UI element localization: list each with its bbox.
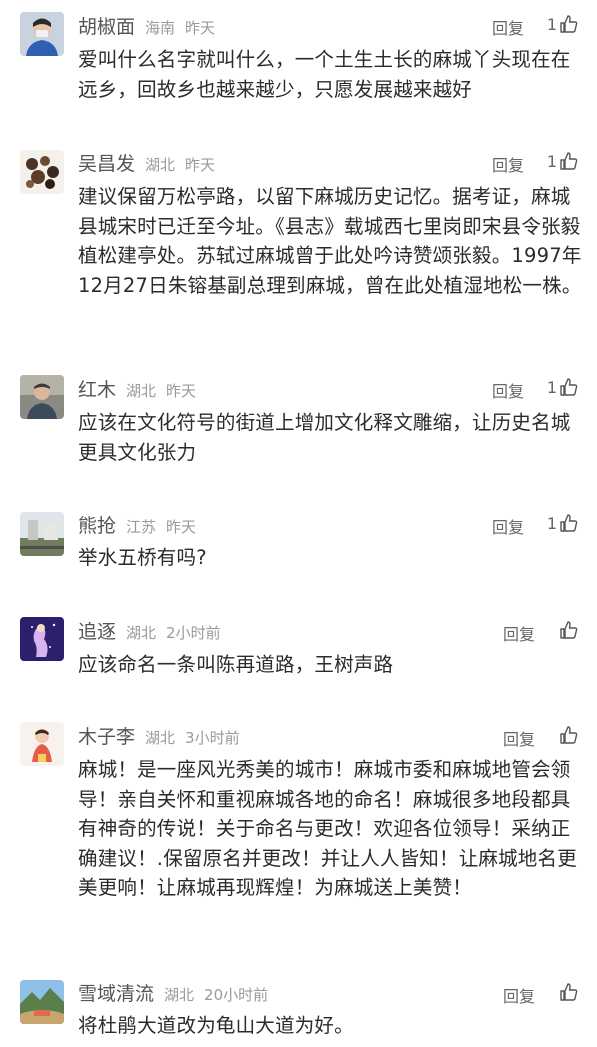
comment-text: 应该在文化符号的街道上增加文化释文雕缩，让历史名城更具文化张力	[78, 411, 571, 464]
reply-button[interactable]: 回复	[492, 152, 524, 176]
comment-text: 爱叫什么名字就叫什么，一个土生土长的麻城丫头现在在远乡，回故乡也越来越少，只愿发…	[78, 48, 571, 101]
timestamp: 3小时前	[185, 729, 240, 747]
username[interactable]: 追逐	[78, 617, 116, 644]
timestamp: 昨天	[185, 156, 216, 174]
region-label: 湖北	[126, 624, 157, 642]
like-button[interactable]: 1	[547, 14, 579, 34]
thumbs-up-icon	[560, 983, 578, 1001]
reply-button[interactable]: 回复	[492, 514, 524, 538]
reply-button[interactable]: 回复	[503, 726, 535, 750]
comment-meta: 胡椒面 海南 昨天	[78, 12, 215, 40]
reply-button[interactable]: 回复	[492, 378, 524, 402]
username[interactable]: 胡椒面	[78, 12, 135, 39]
username[interactable]: 木子李	[78, 722, 135, 749]
like-button[interactable]	[557, 620, 579, 640]
timestamp: 昨天	[166, 382, 197, 400]
like-button[interactable]: 1	[547, 513, 579, 533]
timestamp: 昨天	[166, 518, 197, 536]
user-avatar[interactable]	[20, 150, 64, 194]
comment-meta: 追逐 湖北 2小时前	[78, 617, 221, 645]
like-button[interactable]	[557, 982, 579, 1002]
comment-meta: 吴昌发 湖北 昨天	[78, 149, 215, 177]
comment-text: 应该命名一条叫陈再道路，王树声路	[78, 653, 394, 676]
region-label: 湖北	[164, 986, 195, 1004]
comment-text: 麻城！是一座风光秀美的城市！麻城市委和麻城地管会领导！亲自关怀和重视麻城各地的命…	[78, 758, 577, 899]
timestamp: 2小时前	[166, 624, 221, 642]
comment-meta: 红木 湖北 昨天	[78, 375, 196, 403]
like-count: 1	[546, 377, 557, 397]
comment-text: 将杜鹃大道改为龟山大道为好。	[78, 1014, 354, 1037]
thumbs-up-icon	[560, 726, 578, 744]
username[interactable]: 吴昌发	[78, 149, 135, 176]
region-label: 湖北	[126, 382, 157, 400]
like-count: 1	[546, 513, 557, 533]
comment-meta: 木子李 湖北 3小时前	[78, 722, 240, 750]
reply-button[interactable]: 回复	[492, 15, 524, 39]
like-button[interactable]: 1	[547, 377, 579, 397]
like-button[interactable]	[557, 725, 579, 745]
comment-text: 举水五桥有吗?	[78, 546, 207, 569]
timestamp: 昨天	[185, 19, 216, 37]
user-avatar[interactable]	[20, 617, 64, 661]
comment-meta: 熊抢 江苏 昨天	[78, 511, 196, 539]
comment-text: 建议保留万松亭路，以留下麻城历史记忆。据考证，麻城县城宋时已迁至今址。《县志》载…	[78, 185, 582, 297]
thumbs-up-icon	[560, 621, 578, 639]
comment-meta: 雪域清流 湖北 20小时前	[78, 979, 268, 1007]
region-label: 海南	[145, 19, 176, 37]
reply-button[interactable]: 回复	[503, 983, 535, 1007]
thumbs-up-icon	[560, 152, 578, 170]
like-count: 1	[546, 14, 557, 34]
thumbs-up-icon	[560, 378, 578, 396]
username[interactable]: 雪域清流	[78, 979, 154, 1006]
region-label: 湖北	[145, 729, 176, 747]
timestamp: 20小时前	[204, 986, 269, 1004]
like-button[interactable]: 1	[547, 151, 579, 171]
like-count: 1	[546, 151, 557, 171]
region-label: 江苏	[126, 518, 157, 536]
username[interactable]: 熊抢	[78, 511, 116, 538]
reply-button[interactable]: 回复	[503, 621, 535, 645]
thumbs-up-icon	[560, 514, 578, 532]
user-avatar[interactable]	[20, 512, 64, 556]
user-avatar[interactable]	[20, 12, 64, 56]
user-avatar[interactable]	[20, 722, 64, 766]
username[interactable]: 红木	[78, 375, 116, 402]
thumbs-up-icon	[560, 15, 578, 33]
region-label: 湖北	[145, 156, 176, 174]
user-avatar[interactable]	[20, 980, 64, 1024]
user-avatar[interactable]	[20, 375, 64, 419]
